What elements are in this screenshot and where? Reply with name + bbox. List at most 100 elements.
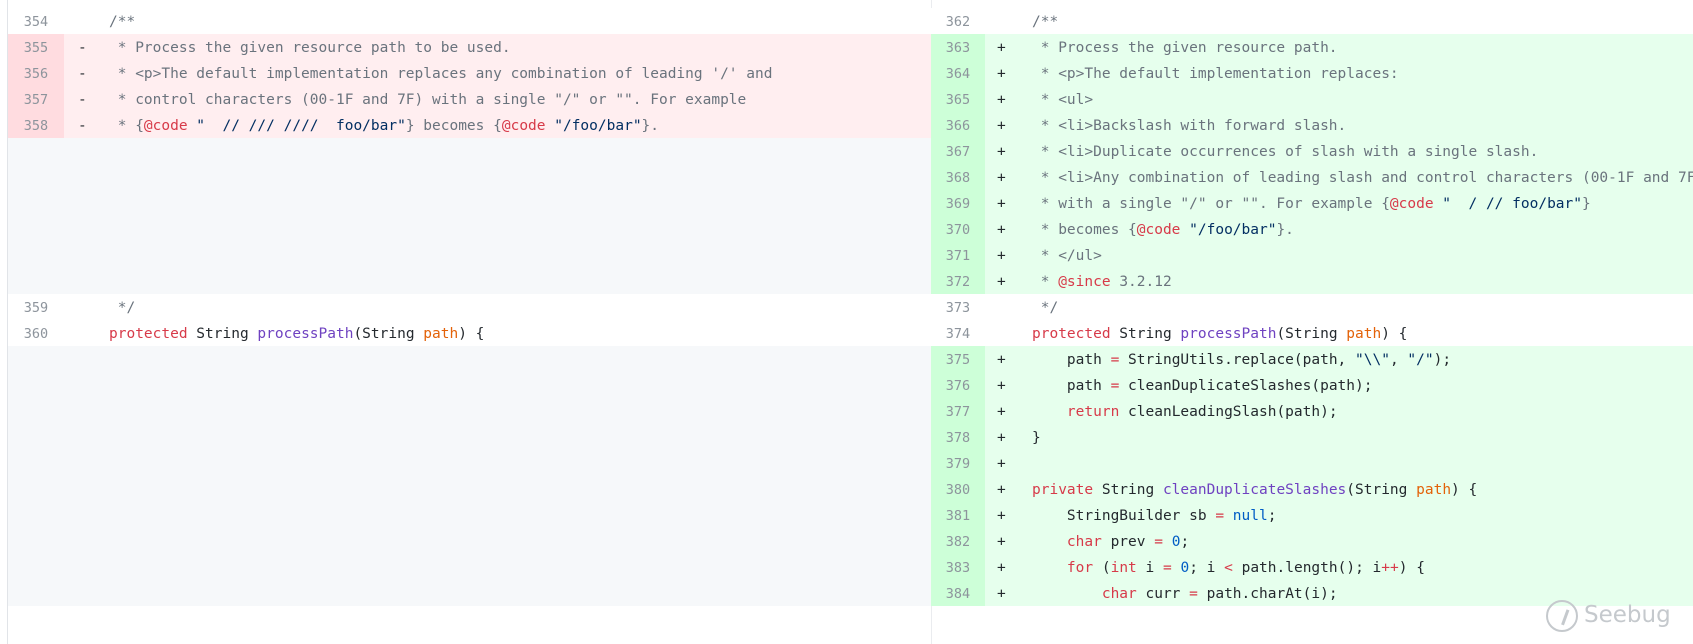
line-number[interactable]: 365 xyxy=(931,86,985,112)
line-number[interactable]: 371 xyxy=(931,242,985,268)
code-token: ; i xyxy=(1189,560,1225,576)
line-number[interactable]: 380 xyxy=(931,476,985,502)
code-text: * </ul> xyxy=(1032,242,1102,270)
code-token: }. xyxy=(641,118,660,134)
code-text: for (int i = 0; i < path.length(); i++) … xyxy=(1032,554,1425,582)
watermark-label: Seebug xyxy=(1584,602,1671,628)
code-token: path xyxy=(1416,482,1452,498)
code-text: * <ul> xyxy=(1032,86,1093,114)
line-number[interactable]: 368 xyxy=(931,164,985,190)
line-number[interactable]: 364 xyxy=(931,60,985,86)
line-number[interactable]: 367 xyxy=(931,138,985,164)
deletion-marker: - xyxy=(78,92,87,108)
line-number[interactable]: 360 xyxy=(8,320,64,346)
addition-marker: + xyxy=(997,144,1006,160)
code-token: "/foo/bar" xyxy=(545,118,642,134)
code-token: = xyxy=(1163,560,1172,576)
diff-line: 377 + return cleanLeadingSlash(path); xyxy=(931,398,1693,424)
addition-marker: + xyxy=(997,222,1006,238)
code-token: (String xyxy=(1276,326,1347,342)
diff-line: 375 + path = StringUtils.replace(path, "\… xyxy=(931,346,1693,372)
code-token: StringBuilder sb xyxy=(1032,508,1216,524)
code-token: */ xyxy=(1032,300,1059,316)
addition-marker: + xyxy=(997,196,1006,212)
code-token: path xyxy=(1346,326,1382,342)
diff-line: 365 + * <ul> xyxy=(931,86,1693,112)
code-text: char curr = path.charAt(i); xyxy=(1032,580,1338,608)
addition-marker: + xyxy=(997,456,1006,472)
diff-empty-row xyxy=(8,528,931,554)
diff-left-pane[interactable]: 354/** 355- * Process the given resource … xyxy=(8,0,931,644)
code-text: /** xyxy=(1032,8,1058,36)
diff-line: 369 + * with a single "/" or "". For exam… xyxy=(931,190,1693,216)
code-text: return cleanLeadingSlash(path); xyxy=(1032,398,1338,426)
code-text: * control characters (00-1F and 7F) with… xyxy=(109,86,747,114)
code-token: ) { xyxy=(1398,560,1425,576)
code-text: StringBuilder sb = null; xyxy=(1032,502,1277,530)
diff-line: 371 + * </ul> xyxy=(931,242,1693,268)
line-number[interactable]: 362 xyxy=(931,8,985,34)
line-number[interactable]: 370 xyxy=(931,216,985,242)
code-token: processPath xyxy=(1180,326,1277,342)
addition-marker: + xyxy=(997,248,1006,264)
code-token: * { xyxy=(109,118,144,134)
code-token: = xyxy=(1110,352,1120,368)
diff-line: 358- * {@code " // /// //// foo/bar"} be… xyxy=(8,112,931,138)
line-number[interactable]: 369 xyxy=(931,190,985,216)
line-number[interactable]: 373 xyxy=(931,294,985,320)
diff-line: 372 + * @since 3.2.12 xyxy=(931,268,1693,294)
line-number[interactable]: 375 xyxy=(931,346,985,372)
code-token: path xyxy=(1032,378,1111,394)
addition-marker: + xyxy=(997,352,1006,368)
diff-empty-row xyxy=(8,216,931,242)
code-token: @code xyxy=(1389,196,1434,212)
code-text: * <p>The default implementation replaces… xyxy=(1032,60,1399,88)
line-number[interactable]: 384 xyxy=(931,580,985,606)
code-text: char prev = 0; xyxy=(1032,528,1189,556)
code-token: ); xyxy=(1433,352,1452,368)
diff-line: 359 */ xyxy=(8,294,931,320)
line-number[interactable]: 381 xyxy=(931,502,985,528)
code-text: * <li>Duplicate occurrences of slash wit… xyxy=(1032,138,1539,166)
code-token: * <li>Duplicate occurrences of slash wit… xyxy=(1032,144,1539,160)
line-number[interactable]: 372 xyxy=(931,268,985,294)
diff-line: 381 + StringBuilder sb = null; xyxy=(931,502,1693,528)
line-number[interactable]: 357 xyxy=(8,86,64,112)
diff-line: 368 + * <li>Any combination of leading sl… xyxy=(931,164,1693,190)
line-number[interactable]: 359 xyxy=(8,294,64,320)
code-token: } becomes { xyxy=(405,118,502,134)
line-number[interactable]: 366 xyxy=(931,112,985,138)
code-token: cleanDuplicateSlashes(path); xyxy=(1119,378,1373,394)
line-number[interactable]: 358 xyxy=(8,112,64,138)
line-number[interactable]: 355 xyxy=(8,34,64,60)
code-token: String xyxy=(187,326,258,342)
line-number[interactable]: 382 xyxy=(931,528,985,554)
diff-right-pane[interactable]: 362 /** 363 + * Process the given resource … xyxy=(931,0,1693,644)
line-number[interactable]: 379 xyxy=(931,450,985,476)
line-number[interactable]: 377 xyxy=(931,398,985,424)
code-token: cleanDuplicateSlashes xyxy=(1162,482,1347,498)
code-token: < xyxy=(1224,560,1233,576)
line-number[interactable]: 383 xyxy=(931,554,985,580)
line-number[interactable]: 374 xyxy=(931,320,985,346)
code-token: "\\" xyxy=(1355,352,1390,368)
code-text: /** xyxy=(109,8,135,36)
diff-empty-row xyxy=(8,190,931,216)
code-token: i xyxy=(1136,560,1163,576)
code-token: processPath xyxy=(257,326,354,342)
addition-marker: + xyxy=(997,274,1006,290)
line-number[interactable]: 354 xyxy=(8,8,64,34)
diff-line: 360 protected String processPath(String p… xyxy=(8,320,931,346)
code-token: ) { xyxy=(1381,326,1408,342)
line-number[interactable]: 376 xyxy=(931,372,985,398)
diff-line: 357- * control characters (00-1F and 7F)… xyxy=(8,86,931,112)
line-number[interactable]: 356 xyxy=(8,60,64,86)
code-token: ) { xyxy=(1451,482,1478,498)
line-number[interactable]: 378 xyxy=(931,424,985,450)
code-token: } xyxy=(1032,430,1041,446)
line-number[interactable]: 363 xyxy=(931,34,985,60)
